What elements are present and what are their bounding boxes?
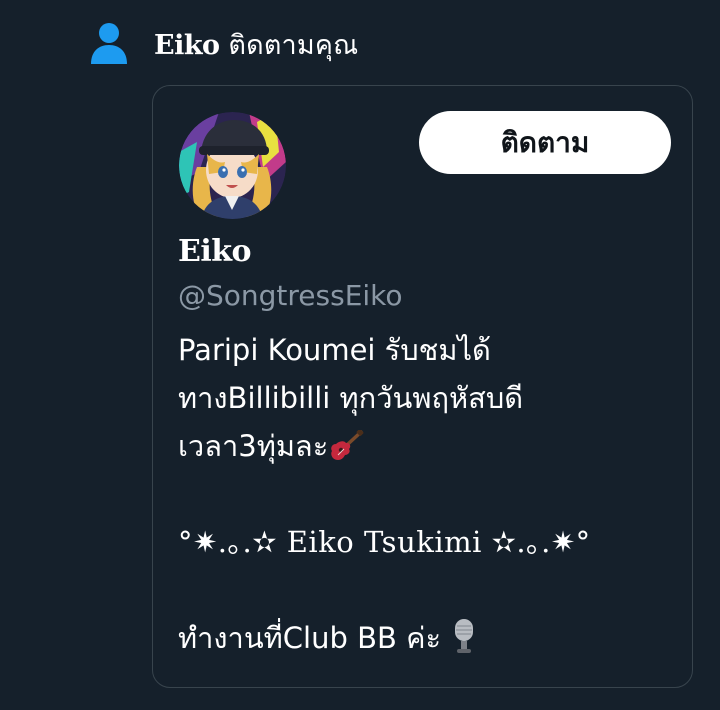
person-icon [91, 23, 127, 64]
microphone-icon [455, 619, 474, 653]
avatar[interactable] [179, 112, 286, 219]
user-handle[interactable]: @SongtressEiko [178, 279, 403, 312]
bio-line: เวลา3ทุ่มละ [178, 422, 683, 470]
notification-text: Eiko ติดตามคุณ [154, 23, 358, 66]
bio-decorated-name: °✷.｡.✫ Eiko Tsukimi ✫.｡.✷° [178, 525, 591, 559]
guitar-icon [331, 430, 364, 460]
display-name[interactable]: Eiko [178, 234, 252, 269]
notification-action: ติดตามคุณ [219, 29, 359, 61]
bio-spacer [178, 470, 683, 518]
bio-spacer [178, 566, 683, 614]
bio-line: Paripi Koumei รับชมได้ [178, 333, 491, 367]
bio-line: ทำงานที่Club BB ค่ะ [178, 614, 683, 662]
follow-button-label: ติดตาม [500, 125, 590, 159]
profile-bio: Paripi Koumei รับชมได้ ทางBillibilli ทุก… [178, 326, 683, 662]
bio-line-text: เวลา3ทุ่มละ [178, 429, 329, 463]
bio-line-text: ทำงานที่Club BB ค่ะ [178, 621, 442, 655]
notification-user-name[interactable]: Eiko [154, 30, 220, 61]
bio-line: ทางBillibilli ทุกวันพฤหัสบดี [178, 381, 524, 415]
follow-button[interactable]: ติดตาม [419, 111, 671, 174]
profile-card[interactable]: ติดตาม Eiko @SongtressEiko Paripi Koumei… [152, 85, 693, 688]
follow-notification[interactable]: Eiko ติดตามคุณ [90, 22, 358, 66]
